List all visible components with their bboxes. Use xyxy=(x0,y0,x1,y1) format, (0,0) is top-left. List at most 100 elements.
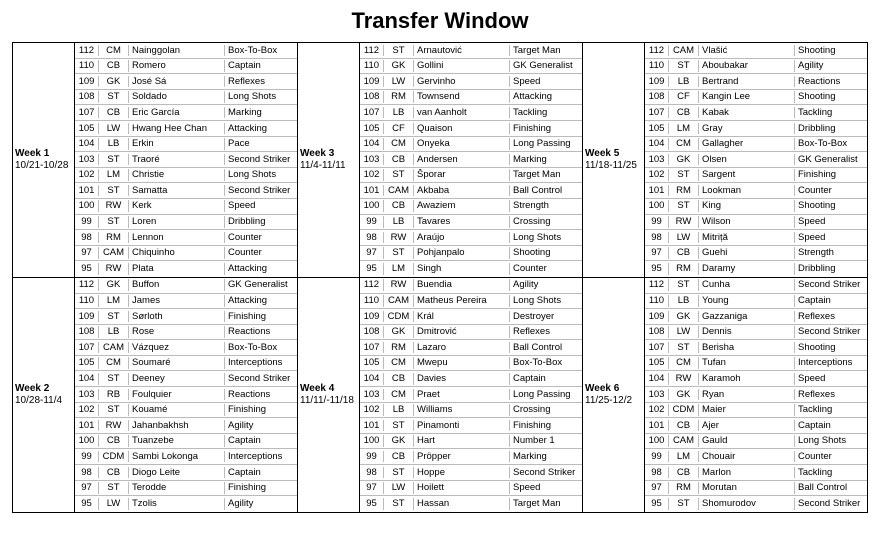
player-row: 97CAMChiquinhoCounter xyxy=(75,246,297,262)
player-position: LW xyxy=(384,482,414,494)
player-row: 112STArnautovićTarget Man xyxy=(360,43,582,59)
player-row: 109LBBertrandReactions xyxy=(645,74,867,90)
player-name: Hoppe xyxy=(414,467,510,479)
player-name: Vlašić xyxy=(699,45,795,57)
player-rating: 109 xyxy=(360,311,384,323)
player-trait: Long Shots xyxy=(510,232,582,244)
player-position: CM xyxy=(384,138,414,150)
player-name: Maier xyxy=(699,404,795,416)
week-label: Week 210/28-11/4 xyxy=(13,278,75,512)
player-position: RM xyxy=(669,482,699,494)
player-name: Karamoh xyxy=(699,373,795,385)
player-position: ST xyxy=(99,373,129,385)
player-position: CM xyxy=(384,389,414,401)
player-position: CAM xyxy=(384,295,414,307)
player-name: Mwepu xyxy=(414,357,510,369)
player-trait: Long Passing xyxy=(510,389,582,401)
player-name: Akbaba xyxy=(414,185,510,197)
player-rating: 102 xyxy=(75,404,99,416)
player-row: 105CMTufanInterceptions xyxy=(645,356,867,372)
player-row: 104CMOnyekaLong Passing xyxy=(360,137,582,153)
player-row: 100RWKerkSpeed xyxy=(75,199,297,215)
player-trait: GK Generalist xyxy=(795,154,867,166)
player-row: 107STBerishaShooting xyxy=(645,340,867,356)
player-row: 108STSoldadoLong Shots xyxy=(75,90,297,106)
player-trait: Speed xyxy=(795,216,867,228)
player-position: CM xyxy=(99,357,129,369)
player-row: 112CMNainggolanBox-To-Box xyxy=(75,43,297,59)
player-row: 99STLorenDribbling xyxy=(75,215,297,231)
player-trait: Reactions xyxy=(795,76,867,88)
player-row: 101CBAjerCaptain xyxy=(645,418,867,434)
player-rating: 98 xyxy=(360,232,384,244)
player-position: LM xyxy=(99,295,129,307)
week-cell: Week 210/28-11/4112GKBuffonGK Generalist… xyxy=(13,278,298,513)
player-trait: Captain xyxy=(795,420,867,432)
player-list: 112CMNainggolanBox-To-Box110CBRomeroCapt… xyxy=(75,43,297,277)
player-position: RM xyxy=(669,263,699,275)
player-trait: Attacking xyxy=(510,91,582,103)
player-position: ST xyxy=(669,60,699,72)
player-trait: Reflexes xyxy=(510,326,582,338)
player-trait: Shooting xyxy=(795,91,867,103)
weeks-grid: Week 110/21-10/28112CMNainggolanBox-To-B… xyxy=(12,42,868,513)
player-position: RW xyxy=(384,279,414,291)
player-rating: 107 xyxy=(75,107,99,119)
player-position: ST xyxy=(669,200,699,212)
player-row: 108LWDennisSecond Striker xyxy=(645,325,867,341)
player-name: Shomurodov xyxy=(699,498,795,510)
player-name: Král xyxy=(414,311,510,323)
player-row: 104STDeeneySecond Striker xyxy=(75,371,297,387)
player-row: 102STKouaméFinishing xyxy=(75,403,297,419)
week-dates: 11/11/-11/18 xyxy=(300,395,357,407)
player-rating: 102 xyxy=(360,169,384,181)
player-trait: Strength xyxy=(795,247,867,259)
player-trait: Reactions xyxy=(225,389,297,401)
player-name: Soumaré xyxy=(129,357,225,369)
player-name: Hwang Hee Chan xyxy=(129,123,225,135)
player-trait: Captain xyxy=(795,295,867,307)
player-rating: 105 xyxy=(645,123,669,135)
player-row: 107LBvan AanholtTackling xyxy=(360,105,582,121)
player-trait: Speed xyxy=(225,200,297,212)
player-row: 112RWBuendiaAgility xyxy=(360,278,582,294)
player-rating: 103 xyxy=(645,389,669,401)
player-row: 103STTraoréSecond Striker xyxy=(75,152,297,168)
player-name: Pinamonti xyxy=(414,420,510,432)
player-position: RW xyxy=(99,200,129,212)
player-row: 107CBEric GarcíaMarking xyxy=(75,105,297,121)
player-row: 95LWTzolisAgility xyxy=(75,496,297,512)
player-rating: 100 xyxy=(75,435,99,447)
player-row: 101RWJahanbakhshAgility xyxy=(75,418,297,434)
player-name: Dennis xyxy=(699,326,795,338)
player-rating: 112 xyxy=(360,45,384,57)
player-position: ST xyxy=(384,169,414,181)
player-row: 103CMPraetLong Passing xyxy=(360,387,582,403)
player-position: ST xyxy=(669,498,699,510)
player-row: 100STKingShooting xyxy=(645,199,867,215)
player-name: Dmitrović xyxy=(414,326,510,338)
player-trait: Tackling xyxy=(795,107,867,119)
player-name: Wilson xyxy=(699,216,795,228)
player-trait: Strength xyxy=(510,200,582,212)
player-trait: Captain xyxy=(225,467,297,479)
player-row: 99CDMSambi LokongaInterceptions xyxy=(75,449,297,465)
player-name: Eric García xyxy=(129,107,225,119)
player-position: ST xyxy=(99,404,129,416)
player-row: 112GKBuffonGK Generalist xyxy=(75,278,297,294)
player-position: GK xyxy=(384,435,414,447)
player-rating: 97 xyxy=(645,482,669,494)
player-row: 101RMLookmanCounter xyxy=(645,183,867,199)
player-trait: Reactions xyxy=(225,326,297,338)
player-row: 98CBDiogo LeiteCaptain xyxy=(75,465,297,481)
player-row: 108CFKangin LeeShooting xyxy=(645,90,867,106)
player-name: Loren xyxy=(129,216,225,228)
player-position: RB xyxy=(99,389,129,401)
player-rating: 109 xyxy=(75,311,99,323)
player-row: 109GKJosé SáReflexes xyxy=(75,74,297,90)
week-label: Week 411/11/-11/18 xyxy=(298,278,360,512)
player-row: 97STTeroddeFinishing xyxy=(75,481,297,497)
week-label: Week 311/4-11/11 xyxy=(298,43,360,277)
player-trait: Shooting xyxy=(795,200,867,212)
player-row: 103GKRyanReflexes xyxy=(645,387,867,403)
